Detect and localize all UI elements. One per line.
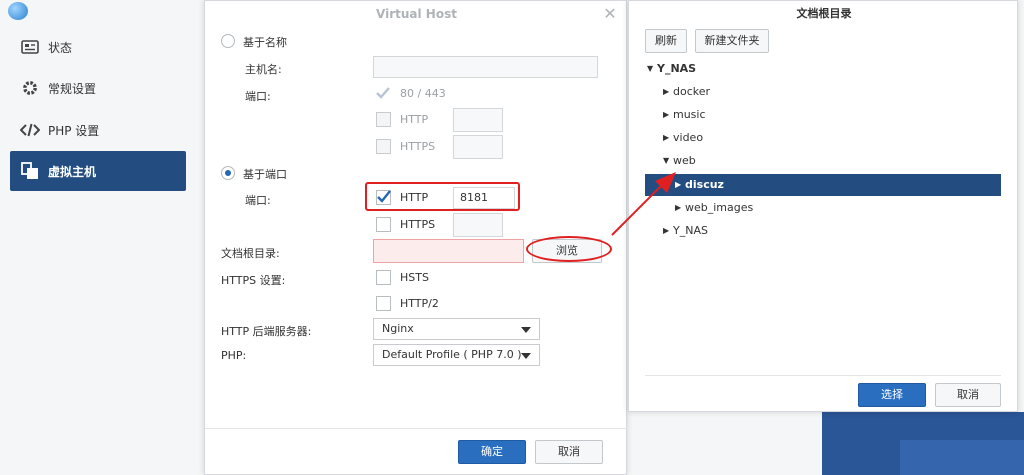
backend-select-value: Nginx: [382, 322, 414, 335]
virtual-host-icon: [18, 161, 42, 181]
port-https-label: HTTPS: [400, 218, 436, 231]
panel-footer-divider: [645, 375, 1001, 376]
name-https-port-input[interactable]: [453, 135, 503, 159]
default-port-checkbox[interactable]: [375, 85, 391, 101]
code-icon: [18, 120, 42, 140]
tree-item-y-nas-2[interactable]: ▶ Y_NAS: [645, 220, 1001, 242]
sidebar-item-general-settings[interactable]: 常规设置: [10, 69, 186, 107]
port-based-radio[interactable]: [221, 166, 235, 180]
ok-button[interactable]: 确定: [458, 440, 526, 464]
cancel-button[interactable]: 取消: [535, 440, 603, 464]
port-https-checkbox[interactable]: [376, 217, 391, 232]
tree-item-discuz[interactable]: ▶ discuz: [645, 174, 1001, 196]
sidebar-item-label: 状态: [48, 40, 73, 55]
new-folder-button[interactable]: 新建文件夹: [695, 29, 769, 53]
gear-icon: [18, 78, 42, 98]
php-select[interactable]: Default Profile ( PHP 7.0 ): [373, 344, 540, 366]
https-settings-label: HTTPS 设置:: [221, 274, 286, 287]
default-port-label: 80 / 443: [400, 87, 446, 100]
dialog-title: Virtual Host: [376, 7, 457, 21]
name-https-checkbox[interactable]: [376, 139, 391, 154]
tree-item-web[interactable]: ▼ web: [645, 150, 1001, 172]
tree-item-y-nas[interactable]: ▼ Y_NAS: [645, 58, 1001, 80]
caret-right-icon: ▶: [663, 133, 670, 142]
hsts-checkbox[interactable]: [376, 270, 391, 285]
dialog-footer-divider: [205, 428, 628, 429]
app-logo-icon: [8, 2, 28, 20]
sidebar-item-status[interactable]: 状态: [10, 28, 186, 66]
sidebar-item-virtual-host[interactable]: 虚拟主机: [10, 151, 186, 191]
panel-title: 文档根目录: [796, 7, 852, 20]
chevron-down-icon: [521, 353, 531, 359]
panel-cancel-button[interactable]: 取消: [935, 383, 1001, 407]
sidebar: 状态 常规设置 PHP 设置 虚拟主机: [0, 0, 200, 475]
name-http-port-input[interactable]: [453, 108, 503, 132]
php-select-value: Default Profile ( PHP 7.0 ): [382, 348, 522, 361]
backend-select[interactable]: Nginx: [373, 318, 540, 340]
http2-label: HTTP/2: [400, 297, 439, 310]
name-based-label: 基于名称: [243, 36, 287, 49]
annotation-highlight-box: [365, 182, 520, 211]
sidebar-item-php-settings[interactable]: PHP 设置: [10, 111, 186, 149]
docroot-input[interactable]: [373, 239, 524, 263]
sidebar-item-label: 常规设置: [48, 81, 97, 96]
background-panel-accent: [900, 440, 1024, 475]
caret-down-icon: ▼: [663, 156, 670, 165]
select-button[interactable]: 选择: [858, 383, 926, 407]
docroot-label: 文档根目录:: [221, 247, 280, 260]
hsts-label: HSTS: [400, 271, 429, 284]
tree-item-web-images[interactable]: ▶ web_images: [645, 197, 1001, 219]
tree-item-music[interactable]: ▶ music: [645, 104, 1001, 126]
name-https-label: HTTPS: [400, 140, 436, 153]
php-label: PHP:: [221, 349, 247, 362]
sidebar-item-label: PHP 设置: [48, 123, 100, 138]
name-http-checkbox[interactable]: [376, 112, 391, 127]
http2-checkbox[interactable]: [376, 296, 391, 311]
caret-right-icon: ▶: [663, 110, 670, 119]
refresh-button[interactable]: 刷新: [645, 29, 687, 53]
tree-item-docker[interactable]: ▶ docker: [645, 81, 1001, 103]
chevron-down-icon: [521, 327, 531, 333]
tree-item-video[interactable]: ▶ video: [645, 127, 1001, 149]
close-icon[interactable]: ✕: [601, 5, 619, 23]
name-port-label: 端口:: [245, 90, 271, 103]
https-port-input[interactable]: [453, 213, 503, 237]
port-based-label: 基于端口: [243, 168, 287, 181]
hostname-label: 主机名:: [245, 63, 282, 76]
caret-down-icon: ▼: [647, 64, 654, 73]
name-http-label: HTTP: [400, 113, 429, 126]
hostname-input[interactable]: [373, 56, 598, 78]
docroot-panel: 文档根目录 刷新 新建文件夹 ▼ Y_NAS ▶ docker ▶ music …: [628, 0, 1018, 412]
sidebar-item-label: 虚拟主机: [48, 164, 97, 179]
status-card-icon: [18, 37, 42, 57]
annotation-arrow-icon: [611, 172, 676, 236]
caret-right-icon: ▶: [663, 87, 670, 96]
backend-label: HTTP 后端服务器:: [221, 325, 312, 338]
port-label: 端口:: [245, 194, 271, 207]
name-based-radio[interactable]: [221, 34, 235, 48]
